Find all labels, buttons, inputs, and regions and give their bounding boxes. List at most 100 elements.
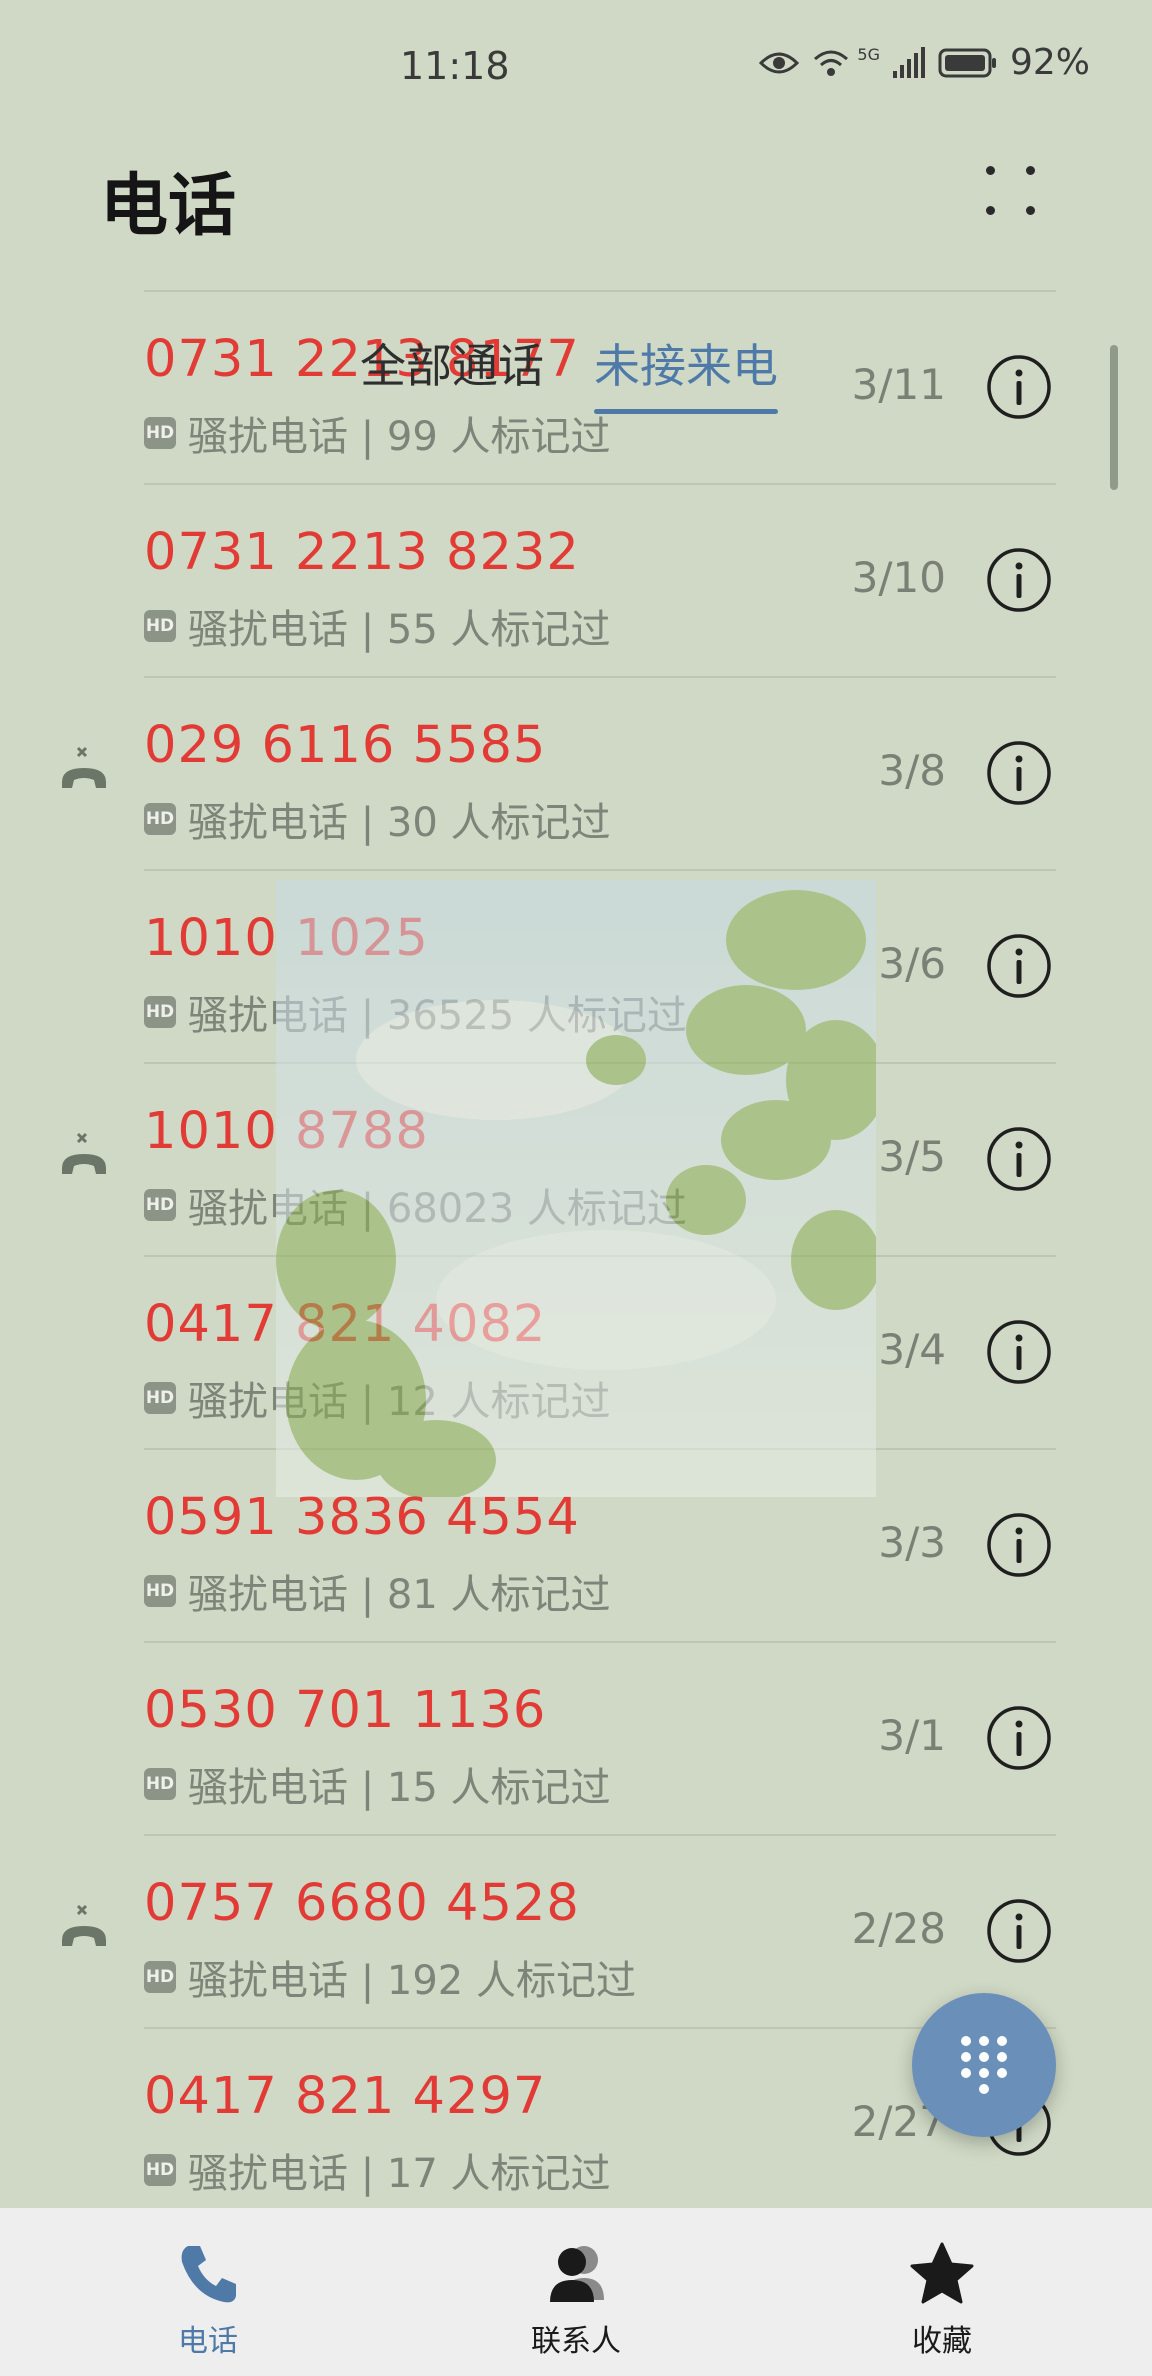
call-number: 0417 821 4297 bbox=[144, 2067, 547, 2126]
nav-favorites[interactable]: 收藏 bbox=[842, 2238, 1042, 2360]
list-item[interactable]: 0417 821 4082 HD 骚扰电话 | 12 人标记过 3/4 bbox=[0, 1255, 1152, 1448]
info-button[interactable] bbox=[986, 740, 1052, 806]
call-subtitle: HD 骚扰电话 | 15 人标记过 bbox=[144, 1755, 611, 1813]
hd-badge: HD bbox=[144, 803, 176, 835]
info-icon bbox=[987, 548, 1051, 612]
status-icons: 5G 92% bbox=[759, 42, 1090, 83]
divider bbox=[144, 290, 1056, 292]
more-options-button[interactable] bbox=[982, 160, 1042, 220]
call-filter-tabs: 全部通话 未接来电 bbox=[360, 330, 778, 414]
hd-badge: HD bbox=[144, 1575, 176, 1607]
dialpad-icon bbox=[961, 2036, 1007, 2094]
call-description: 骚扰电话 | 30 人标记过 bbox=[188, 800, 611, 846]
dialpad-button[interactable] bbox=[912, 1993, 1056, 2137]
call-number: 0591 3836 4554 bbox=[144, 1488, 580, 1547]
missed-call-icon bbox=[62, 1132, 106, 1174]
battery-icon bbox=[938, 48, 996, 77]
call-date: 3/5 bbox=[878, 1132, 946, 1181]
call-description: 骚扰电话 | 55 人标记过 bbox=[188, 607, 611, 653]
info-button[interactable] bbox=[986, 1126, 1052, 1192]
call-date: 3/1 bbox=[878, 1711, 946, 1760]
call-description: 骚扰电话 | 192 人标记过 bbox=[188, 1958, 636, 2004]
hd-badge: HD bbox=[144, 1768, 176, 1800]
call-subtitle: HD 骚扰电话 | 17 人标记过 bbox=[144, 2141, 611, 2199]
nav-phone[interactable]: 电话 bbox=[108, 2238, 308, 2360]
page-title: 电话 bbox=[100, 167, 237, 246]
list-item[interactable]: 0731 2213 8232 HD 骚扰电话 | 55 人标记过 3/10 bbox=[0, 483, 1152, 676]
call-subtitle: HD 骚扰电话 | 99 人标记过 bbox=[144, 404, 611, 462]
call-description: 骚扰电话 | 15 人标记过 bbox=[188, 1765, 611, 1811]
info-button[interactable] bbox=[986, 1512, 1052, 1578]
hd-badge: HD bbox=[144, 1189, 176, 1221]
signal-icon bbox=[892, 46, 925, 78]
nav-label: 联系人 bbox=[531, 2324, 621, 2359]
call-date: 3/11 bbox=[851, 360, 946, 409]
divider bbox=[144, 1448, 1056, 1450]
list-item[interactable]: 1010 1025 HD 骚扰电话 | 36525 人标记过 3/6 bbox=[0, 869, 1152, 1062]
divider bbox=[144, 1062, 1056, 1064]
call-date: 3/3 bbox=[878, 1518, 946, 1567]
call-description: 骚扰电话 | 81 人标记过 bbox=[188, 1572, 611, 1618]
call-subtitle: HD 骚扰电话 | 30 人标记过 bbox=[144, 790, 611, 848]
call-list: 0731 2213 8177 HD 骚扰电话 | 99 人标记过 3/11 07… bbox=[0, 290, 1152, 2220]
call-date: 3/8 bbox=[878, 746, 946, 795]
divider bbox=[144, 869, 1056, 871]
info-icon bbox=[987, 1127, 1051, 1191]
hd-badge: HD bbox=[144, 417, 176, 449]
info-button[interactable] bbox=[986, 933, 1052, 999]
call-number: 0731 2213 8232 bbox=[144, 523, 580, 582]
call-number: 0530 701 1136 bbox=[144, 1681, 547, 1740]
tab-all-calls[interactable]: 全部通话 bbox=[360, 330, 544, 408]
phone-icon bbox=[181, 2246, 236, 2303]
list-item[interactable]: 1010 8788 HD 骚扰电话 | 68023 人标记过 3/5 bbox=[0, 1062, 1152, 1255]
info-icon bbox=[987, 1513, 1051, 1577]
info-icon bbox=[987, 1706, 1051, 1770]
info-button[interactable] bbox=[986, 1705, 1052, 1771]
call-number: 029 6116 5585 bbox=[144, 716, 547, 775]
tab-missed-calls[interactable]: 未接来电 bbox=[594, 330, 778, 414]
call-number: 0757 6680 4528 bbox=[144, 1874, 580, 1933]
list-item[interactable]: 0530 701 1136 HD 骚扰电话 | 15 人标记过 3/1 bbox=[0, 1641, 1152, 1834]
nav-contacts[interactable]: 联系人 bbox=[476, 2238, 676, 2360]
info-button[interactable] bbox=[986, 1898, 1052, 1964]
info-icon bbox=[987, 1899, 1051, 1963]
network-type: 5G bbox=[857, 45, 880, 64]
call-description: 骚扰电话 | 12 人标记过 bbox=[188, 1379, 611, 1425]
hd-badge: HD bbox=[144, 2154, 176, 2186]
list-item[interactable]: 0591 3836 4554 HD 骚扰电话 | 81 人标记过 3/3 bbox=[0, 1448, 1152, 1641]
divider bbox=[144, 1641, 1056, 1643]
call-subtitle: HD 骚扰电话 | 55 人标记过 bbox=[144, 597, 611, 655]
missed-call-icon bbox=[62, 746, 106, 788]
call-subtitle: HD 骚扰电话 | 81 人标记过 bbox=[144, 1562, 611, 1620]
info-button[interactable] bbox=[986, 1319, 1052, 1385]
info-button[interactable] bbox=[986, 547, 1052, 613]
call-subtitle: HD 骚扰电话 | 12 人标记过 bbox=[144, 1369, 611, 1427]
divider bbox=[144, 483, 1056, 485]
hd-badge: HD bbox=[144, 610, 176, 642]
list-item[interactable]: 029 6116 5585 HD 骚扰电话 | 30 人标记过 3/8 bbox=[0, 676, 1152, 869]
bottom-navigation: 电话 联系人 收藏 bbox=[0, 2208, 1152, 2376]
call-subtitle: HD 骚扰电话 | 36525 人标记过 bbox=[144, 983, 687, 1041]
wifi-icon bbox=[814, 50, 849, 76]
call-date: 3/10 bbox=[851, 553, 946, 602]
divider bbox=[144, 676, 1056, 678]
call-subtitle: HD 骚扰电话 | 68023 人标记过 bbox=[144, 1176, 687, 1234]
info-icon bbox=[987, 934, 1051, 998]
eye-icon bbox=[759, 52, 800, 73]
info-icon bbox=[987, 1320, 1051, 1384]
status-bar: 11:18 5G 92% bbox=[0, 0, 1152, 132]
divider bbox=[144, 1834, 1056, 1836]
call-description: 骚扰电话 | 17 人标记过 bbox=[188, 2151, 611, 2197]
missed-call-icon bbox=[62, 1904, 106, 1946]
call-date: 3/4 bbox=[878, 1325, 946, 1374]
status-time: 11:18 bbox=[400, 44, 510, 88]
call-number: 1010 8788 bbox=[144, 1102, 429, 1161]
info-icon bbox=[987, 355, 1051, 419]
star-icon bbox=[910, 2242, 974, 2304]
hd-badge: HD bbox=[144, 1382, 176, 1414]
call-subtitle: HD 骚扰电话 | 192 人标记过 bbox=[144, 1948, 636, 2006]
info-button[interactable] bbox=[986, 354, 1052, 420]
nav-label: 电话 bbox=[178, 2324, 238, 2359]
hd-badge: HD bbox=[144, 996, 176, 1028]
call-description: 骚扰电话 | 36525 人标记过 bbox=[188, 993, 687, 1039]
